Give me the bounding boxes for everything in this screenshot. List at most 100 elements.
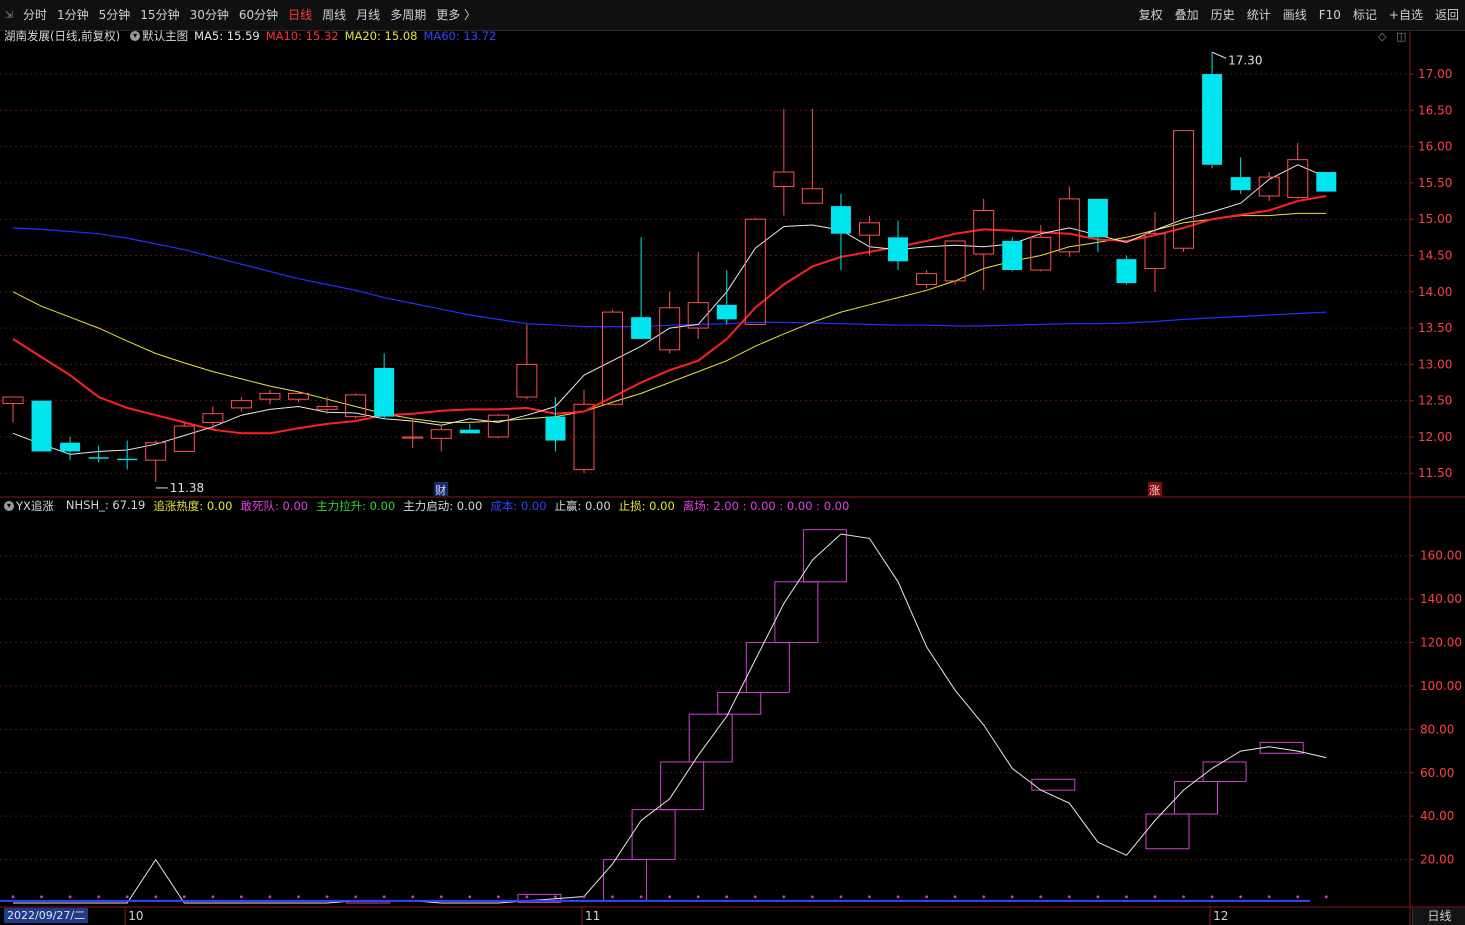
baseline-dot (868, 895, 871, 899)
main-y-tick-label: 15.00 (1418, 212, 1452, 226)
tool-button-6[interactable]: 标记 (1347, 0, 1383, 30)
indicator-name[interactable]: YX追涨 (16, 498, 54, 514)
main-y-tick-label: 14.00 (1418, 285, 1452, 299)
split-view-icon[interactable]: ◫ (1396, 30, 1406, 43)
candle-body (1058, 198, 1080, 253)
tool-button-3[interactable]: 统计 (1241, 0, 1277, 30)
candle-body (117, 458, 138, 461)
main-y-tick-label: 13.50 (1418, 321, 1452, 335)
candle-body (1230, 177, 1251, 191)
tool-button-8[interactable]: 返回 (1429, 0, 1465, 30)
indicator-box (603, 859, 648, 902)
baseline-dot (1067, 895, 1071, 899)
candle-body (316, 405, 338, 410)
ind-y-tick-label: 20.00 (1420, 853, 1454, 867)
baseline-dot (11, 895, 15, 899)
baseline-dot (154, 895, 158, 899)
baseline-dot (496, 895, 500, 899)
high-marker-line (1211, 51, 1227, 59)
period-tab-5[interactable]: 60分钟 (234, 0, 283, 30)
candle-body (516, 363, 538, 398)
collapse-icon[interactable]: ⇲ (0, 0, 18, 30)
main-y-tick-label: 17.00 (1418, 67, 1452, 81)
candle-body (773, 171, 795, 188)
baseline-dot (925, 895, 928, 899)
period-switch-button[interactable]: 日线 (1412, 908, 1465, 925)
candle-body (545, 416, 566, 441)
indicator-value-2: 敢死队: 0.00 (240, 499, 309, 513)
indicator-box (1145, 813, 1190, 850)
period-tab-10[interactable]: 更多 〉 (431, 0, 481, 30)
tool-button-4[interactable]: 画线 (1277, 0, 1313, 30)
period-tab-7[interactable]: 周线 (317, 0, 351, 30)
diamond-icon[interactable]: ◇ (1378, 30, 1386, 43)
baseline-dot (896, 895, 900, 899)
indicator-box (660, 761, 705, 811)
candle-body (888, 237, 909, 262)
baseline-dot (382, 895, 386, 899)
period-tab-8[interactable]: 月线 (351, 0, 385, 30)
candle-body (60, 442, 81, 452)
dropdown-icon[interactable]: ▾ (4, 501, 14, 511)
high-price-label: 17.30 (1228, 53, 1262, 67)
ind-y-tick-label: 60.00 (1420, 766, 1454, 780)
tool-button-2[interactable]: 历史 (1205, 0, 1241, 30)
period-tab-4[interactable]: 30分钟 (185, 0, 234, 30)
main-y-tick-label: 16.00 (1418, 140, 1452, 154)
dropdown-icon[interactable]: ▾ (130, 31, 141, 41)
baseline-dot (182, 895, 186, 899)
tool-button-5[interactable]: F10 (1313, 0, 1347, 30)
candle-body (230, 400, 252, 409)
candle-body (173, 425, 195, 452)
low-price-label: 11.38 (170, 481, 204, 495)
baseline-dot (468, 895, 472, 899)
main-chart-name[interactable]: 默认主图 (142, 28, 188, 44)
candle-body (973, 209, 995, 255)
candle-body (944, 240, 966, 282)
baseline-dot (725, 895, 729, 899)
ma10-label: MA10: 15.32 (265, 29, 339, 43)
candle-body (602, 311, 624, 405)
indicator-value-1: 追涨热度: 0.00 (153, 499, 233, 513)
baseline-dot (40, 895, 43, 899)
period-tab-6[interactable]: 日线 (283, 0, 317, 30)
baseline-dot (525, 895, 529, 899)
candle-body (1002, 240, 1023, 270)
candle-body (1116, 259, 1137, 284)
period-tab-9[interactable]: 多周期 (385, 0, 431, 30)
ma60-label: MA60: 13.72 (423, 29, 497, 43)
ma5-label: MA5: 15.59 (194, 29, 260, 43)
indicator-box (774, 581, 819, 644)
top-toolbar: ⇲ 分时 1分钟 5分钟 15分钟 30分钟 60分钟 日线 周线 月线 多周期 更多 〉 复权 叠加… (0, 0, 1465, 31)
baseline-dot (125, 895, 129, 899)
period-tab-0[interactable]: 分时 (18, 0, 52, 30)
period-tab-1[interactable]: 1分钟 (52, 0, 94, 30)
chart-canvas[interactable]: 11.50 12.00 12.50 13.00 13.50 14.00 14.50 15.00… (0, 0, 1465, 925)
ind-y-tick-label: 40.00 (1420, 809, 1454, 823)
tool-button-1[interactable]: 叠加 (1169, 0, 1205, 30)
tool-button-7[interactable]: +自选 (1383, 0, 1429, 30)
ind-y-tick-label: 120.00 (1420, 636, 1462, 650)
candle-body (1144, 233, 1166, 270)
baseline-dot (268, 895, 272, 899)
indicator-values: NHSH_: 67.19 追涨热度: 0.00 敢死队: 0.00 主力拉升: 0.0… (66, 498, 857, 514)
tool-buttons: 复权 叠加 历史 统计 画线 F10 标记 +自选 返回 (1133, 0, 1465, 30)
baseline-dot (325, 895, 329, 899)
baseline-dot (1153, 895, 1157, 899)
baseline-dot (953, 895, 957, 899)
baseline-dot (411, 895, 415, 899)
baseline-dot (696, 895, 700, 899)
baseline-dot (240, 895, 243, 899)
candle-body (259, 392, 281, 400)
baseline-dot (1096, 895, 1100, 899)
ind-y-tick-label: 160.00 (1420, 549, 1462, 563)
baseline-dot (1010, 895, 1014, 899)
period-tab-2[interactable]: 5分钟 (94, 0, 136, 30)
indicator-box (1202, 761, 1247, 782)
tool-button-0[interactable]: 复权 (1133, 0, 1169, 30)
stock-title[interactable]: 湖南发展(日线,前复权) (4, 28, 120, 44)
indicator-box (1259, 741, 1304, 754)
main-y-tick-label: 15.50 (1418, 176, 1452, 190)
baseline-dot (554, 895, 557, 899)
period-tab-3[interactable]: 15分钟 (135, 0, 184, 30)
